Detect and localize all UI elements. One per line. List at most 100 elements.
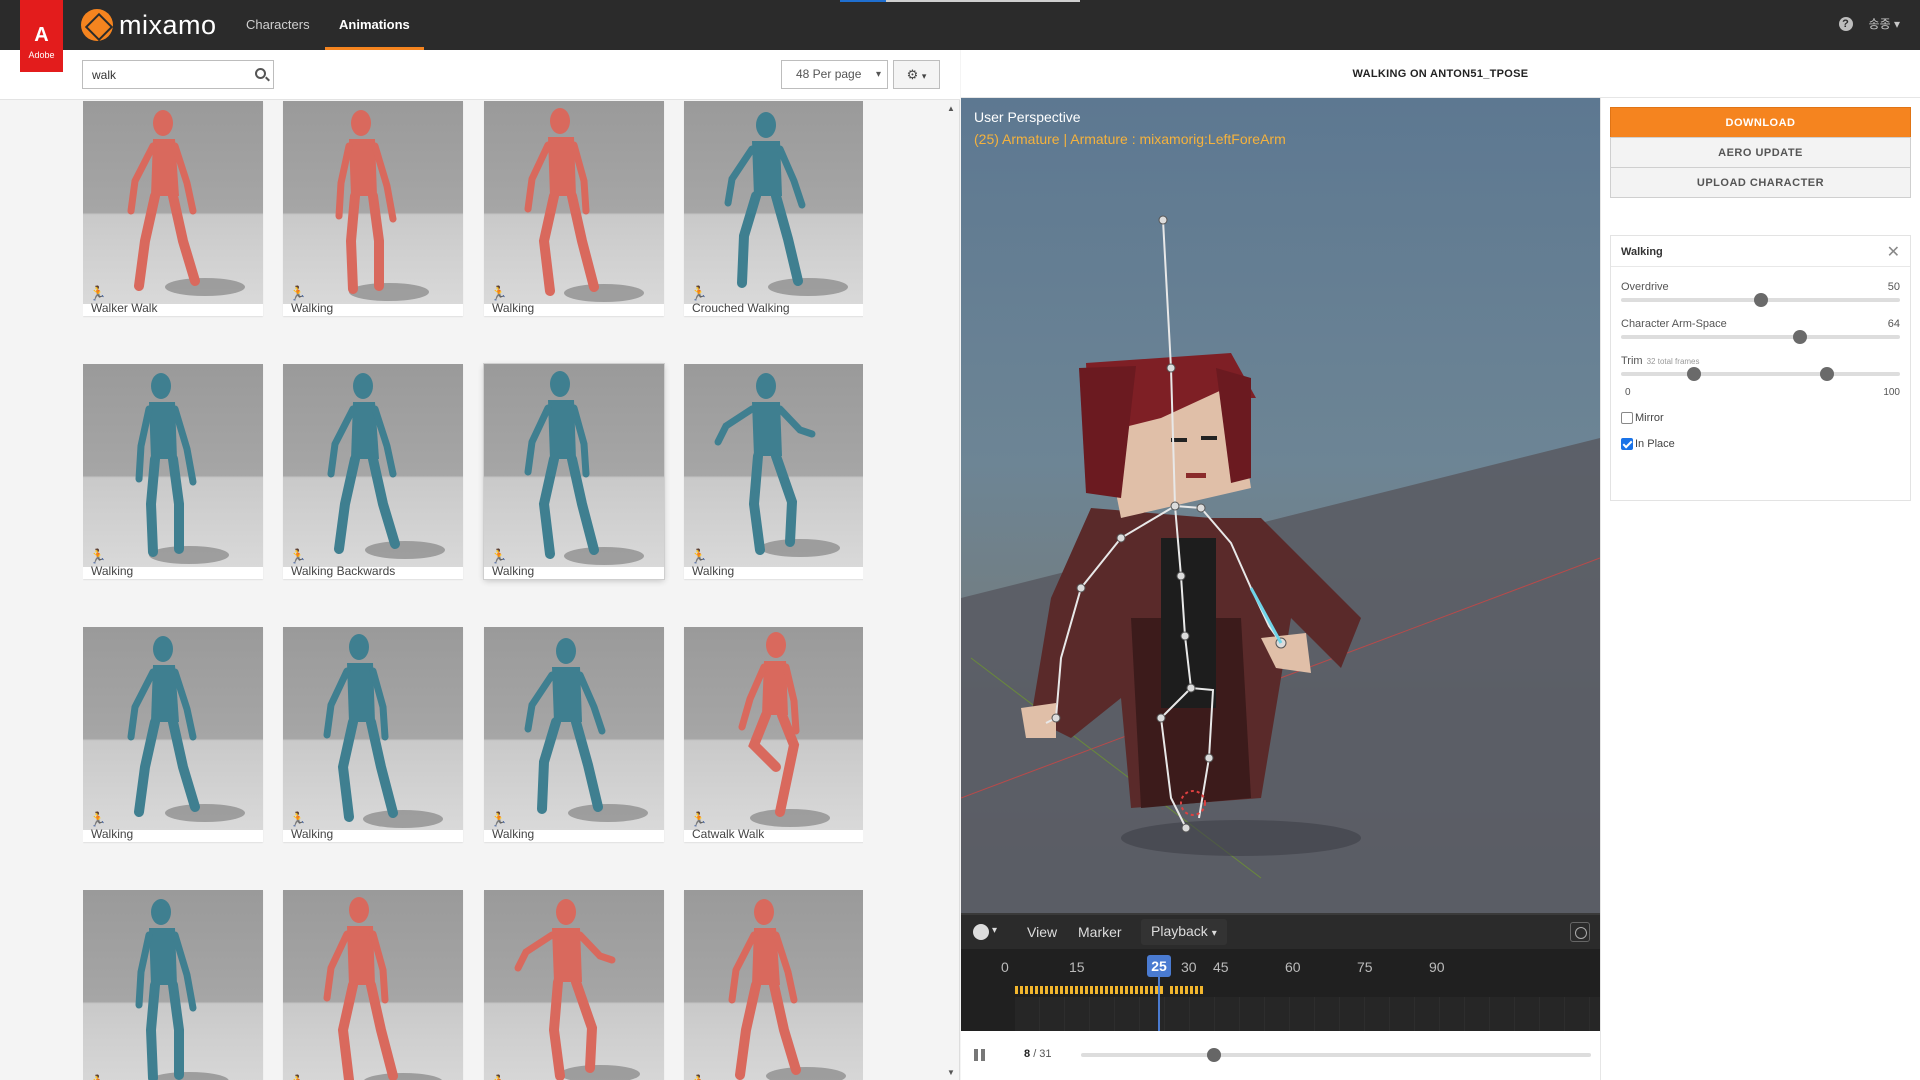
mirror-label: Mirror bbox=[1635, 412, 1664, 424]
timeline-tick: 90 bbox=[1429, 959, 1445, 975]
running-figure-icon: 🏃 bbox=[690, 548, 708, 564]
record-icon[interactable] bbox=[1570, 922, 1590, 942]
animation-thumbnail[interactable]: 🏃 bbox=[283, 627, 463, 830]
scroll-up-icon[interactable]: ▲ bbox=[947, 104, 955, 113]
in-place-option[interactable]: In Place bbox=[1621, 438, 1675, 450]
animation-card[interactable]: 🏃 bbox=[484, 890, 664, 1080]
animation-thumbnail[interactable]: 🏃 bbox=[684, 890, 863, 1080]
animation-thumbnail[interactable]: 🏃 bbox=[684, 627, 863, 830]
top-nav: A Adobe mixamo Characters Animations ? 송… bbox=[0, 0, 1920, 72]
character-figure bbox=[714, 373, 840, 557]
user-menu[interactable]: 송종 ▾ bbox=[1869, 15, 1900, 32]
viewport-title: User Perspective bbox=[974, 109, 1081, 125]
animation-thumbnail[interactable]: 🏃 bbox=[83, 101, 263, 304]
tab-characters[interactable]: Characters bbox=[232, 0, 324, 50]
timeline-track[interactable] bbox=[1015, 997, 1600, 1033]
in-place-checkbox[interactable] bbox=[1621, 438, 1633, 450]
animation-name: Walking bbox=[692, 564, 735, 578]
animation-card[interactable]: 🏃 Walking bbox=[684, 364, 863, 579]
animation-card[interactable]: 🏃 Walking bbox=[83, 627, 263, 842]
animation-card[interactable]: 🏃 Crouched Walking bbox=[684, 101, 863, 316]
settings-dropdown-button[interactable]: ⚙ ▾ bbox=[893, 60, 940, 89]
aero-update-button[interactable]: AERO UPDATE bbox=[1610, 137, 1911, 168]
keyframes[interactable] bbox=[1015, 986, 1205, 994]
trim-hint: 32 total frames bbox=[1646, 357, 1700, 366]
trim-end-handle[interactable] bbox=[1820, 367, 1835, 381]
animation-thumbnail[interactable]: 🏃 bbox=[83, 364, 263, 567]
animation-card[interactable]: 🏃 Walking bbox=[484, 364, 664, 579]
animation-thumbnail[interactable]: 🏃 bbox=[684, 101, 863, 304]
animation-thumbnail[interactable]: 🏃 bbox=[684, 364, 863, 567]
scroll-down-icon[interactable]: ▼ bbox=[947, 1068, 955, 1077]
brand-name: mixamo bbox=[119, 9, 217, 40]
overdrive-slider[interactable] bbox=[1621, 293, 1900, 307]
animation-card[interactable]: 🏃 Walking bbox=[484, 627, 664, 842]
character-figure bbox=[524, 108, 644, 302]
menu-marker[interactable]: Marker bbox=[1078, 924, 1122, 940]
trim-start-handle[interactable] bbox=[1686, 367, 1701, 381]
scrollbar[interactable]: ▲ ▼ bbox=[945, 101, 957, 1080]
animation-card[interactable]: 🏃 Catwalk Walk bbox=[684, 627, 863, 842]
animation-name: Crouched Walking bbox=[692, 301, 790, 315]
timeline-tick: 45 bbox=[1213, 959, 1229, 975]
clock-icon[interactable] bbox=[973, 924, 989, 940]
animation-thumbnail[interactable]: 🏃 bbox=[283, 364, 463, 567]
mirror-checkbox[interactable] bbox=[1621, 412, 1633, 424]
character-figure bbox=[127, 110, 245, 296]
animation-card[interactable]: 🏃 Walking bbox=[283, 627, 463, 842]
animation-thumbnail[interactable]: 🏃 bbox=[83, 627, 263, 830]
tab-animations[interactable]: Animations bbox=[325, 0, 424, 50]
animation-card[interactable]: 🏃 bbox=[83, 890, 263, 1080]
animation-card[interactable]: 🏃 Walking bbox=[283, 101, 463, 316]
overdrive-slider-handle[interactable] bbox=[1753, 293, 1768, 307]
timeline-toolbar: ▾ View Marker Playback ▾ bbox=[961, 915, 1600, 949]
search-input[interactable] bbox=[83, 61, 243, 88]
arm-space-slider[interactable] bbox=[1621, 330, 1900, 344]
animation-card[interactable]: 🏃 Walking bbox=[83, 364, 263, 579]
timeline-tick: 0 bbox=[1001, 959, 1009, 975]
animation-card[interactable]: 🏃 Walking Backwards bbox=[283, 364, 463, 579]
download-button[interactable]: DOWNLOAD bbox=[1610, 107, 1911, 138]
animation-card[interactable]: 🏃 bbox=[283, 890, 463, 1080]
chevron-down-icon[interactable]: ▾ bbox=[992, 925, 997, 936]
animation-thumbnail[interactable]: 🏃 bbox=[484, 890, 664, 1080]
current-frame: 8 bbox=[1024, 1048, 1031, 1060]
timeline-ruler[interactable]: 25 0 15 45 60 75 90 30 bbox=[961, 949, 1600, 1033]
pause-icon[interactable] bbox=[974, 1049, 986, 1061]
close-icon[interactable]: ✕ bbox=[1887, 242, 1900, 262]
animation-name: Walking bbox=[492, 301, 535, 315]
animation-card[interactable]: 🏃 Walker Walk bbox=[83, 101, 263, 316]
current-frame-indicator[interactable]: 25 bbox=[1147, 955, 1171, 977]
timeline-tick: 75 bbox=[1357, 959, 1373, 975]
animation-card[interactable]: 🏃 bbox=[684, 890, 863, 1080]
menu-playback[interactable]: Playback ▾ bbox=[1141, 919, 1227, 945]
adobe-logo[interactable]: A Adobe bbox=[20, 0, 63, 72]
animation-thumbnail[interactable]: 🏃 bbox=[484, 101, 664, 304]
viewport-selection: (25) Armature | Armature : mixamorig:Lef… bbox=[974, 131, 1286, 147]
3d-viewport[interactable]: User Perspective (25) Armature | Armatur… bbox=[961, 98, 1600, 913]
search-icon[interactable] bbox=[255, 68, 266, 79]
character-figure bbox=[514, 899, 640, 1080]
gear-icon: ⚙ bbox=[906, 67, 919, 82]
character-figure bbox=[127, 636, 245, 822]
animation-browser: 48 Per page ▾ ⚙ ▾ 🏃Walker Walk🏃Walking🏃W… bbox=[0, 50, 960, 1080]
animation-card[interactable]: 🏃 Walking bbox=[484, 101, 664, 316]
help-icon[interactable]: ? bbox=[1838, 16, 1853, 31]
animation-thumbnail[interactable]: 🏃 bbox=[283, 101, 463, 304]
per-page-select[interactable]: 48 Per page ▾ bbox=[781, 60, 888, 89]
playback-slider[interactable] bbox=[1081, 1048, 1591, 1062]
arm-space-slider-handle[interactable] bbox=[1792, 330, 1807, 344]
menu-view[interactable]: View bbox=[1027, 924, 1057, 940]
timeline-tick: 15 bbox=[1069, 959, 1085, 975]
animation-thumbnail[interactable]: 🏃 bbox=[484, 364, 664, 567]
in-place-label: In Place bbox=[1635, 438, 1675, 450]
trim-slider[interactable] bbox=[1621, 367, 1900, 381]
chevron-down-icon: ▾ bbox=[921, 71, 927, 81]
mirror-option[interactable]: Mirror bbox=[1621, 412, 1664, 424]
animation-thumbnail[interactable]: 🏃 bbox=[283, 890, 463, 1080]
playback-slider-handle[interactable] bbox=[1206, 1048, 1221, 1062]
animation-thumbnail[interactable]: 🏃 bbox=[484, 627, 664, 830]
animation-thumbnail[interactable]: 🏃 bbox=[83, 890, 263, 1080]
upload-character-button[interactable]: UPLOAD CHARACTER bbox=[1610, 167, 1911, 198]
mixamo-logo[interactable]: mixamo bbox=[81, 9, 217, 41]
